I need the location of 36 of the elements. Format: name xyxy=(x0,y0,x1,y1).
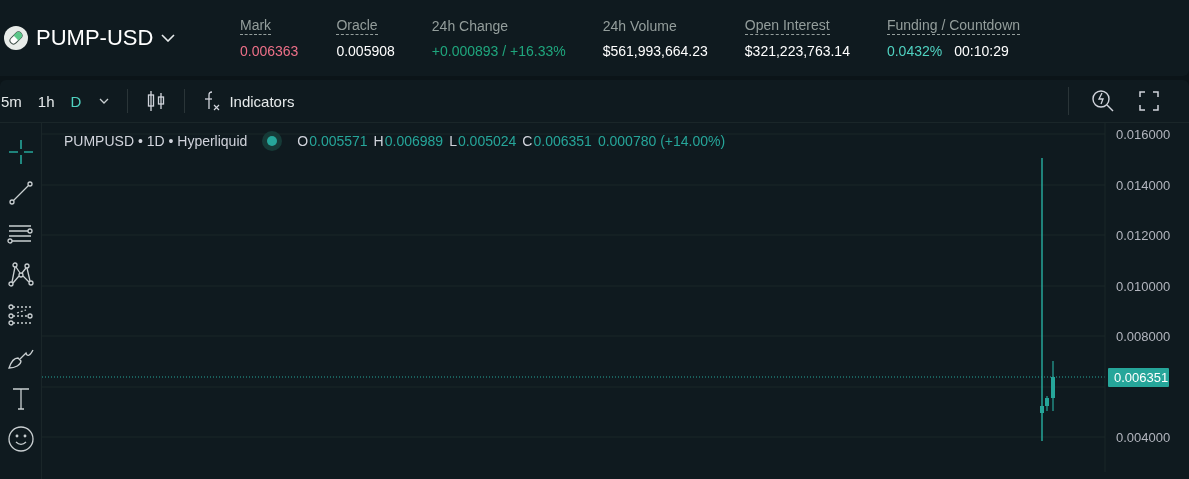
stat-value: 00:10:29 xyxy=(954,43,1009,59)
market-selector[interactable]: PUMP-USD xyxy=(4,25,240,51)
chevron-down-icon[interactable] xyxy=(99,98,110,104)
interval-tab[interactable]: 1h xyxy=(37,92,55,110)
price-axis-label: 0.012000 xyxy=(1116,228,1171,243)
pattern-tool[interactable] xyxy=(5,260,36,290)
price-axis-label: 0.004000 xyxy=(1116,430,1171,445)
price-axis-label: 0.008000 xyxy=(1116,329,1171,344)
pill-icon xyxy=(4,26,28,50)
chevron-down-icon xyxy=(161,34,176,42)
interval-tab[interactable]: 5m xyxy=(1,92,22,110)
stat-value: 0.005908 xyxy=(336,43,395,59)
candlestick-icon[interactable] xyxy=(146,90,167,112)
chart-title: PUMPUSD • 1D • Hyperliquid xyxy=(64,133,248,149)
stat-label: 24h Volume xyxy=(602,17,677,35)
stat-value: +0.000893 / +16.33% xyxy=(431,42,566,59)
price-axis-label: 0.016000 xyxy=(1116,127,1171,142)
fullscreen-icon[interactable] xyxy=(1139,91,1159,111)
stat-value: 0.006363 xyxy=(240,43,299,59)
ohlc-values: O0.005571 H0.006989 L0.005024 C0.006351 0.000780 (+14.00%) xyxy=(297,133,726,149)
last-price-tag: 0.006351 xyxy=(1108,368,1169,387)
stat-label: 24h Change xyxy=(431,17,509,35)
interval-tab[interactable]: D xyxy=(70,92,82,110)
stat-label: Mark xyxy=(240,17,272,35)
stat-value: 0.0432% xyxy=(886,43,943,59)
function-icon xyxy=(203,90,222,112)
stat-label: Open Interest xyxy=(744,17,830,35)
price-axis-label: 0.014000 xyxy=(1116,178,1171,193)
emoji-tool[interactable] xyxy=(5,424,36,454)
price-axis-label: 0.010000 xyxy=(1116,279,1171,294)
stat-value: $561,993,664.23 xyxy=(602,42,708,59)
stat-label: Oracle xyxy=(336,17,378,35)
indicators-button[interactable]: Indicators xyxy=(197,90,295,112)
stat-value: $321,223,763.14 xyxy=(744,43,850,59)
stat-label: Funding / Countdown xyxy=(886,17,1021,35)
quick-search-icon[interactable] xyxy=(1091,89,1115,113)
